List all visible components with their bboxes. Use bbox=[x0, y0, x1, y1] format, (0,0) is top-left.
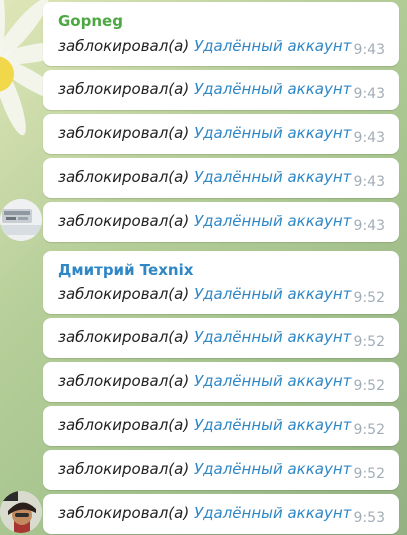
message-text: заблокировал(а) Удалённый аккаунт bbox=[58, 80, 351, 98]
message-text: заблокировал(а) Удалённый аккаунт bbox=[58, 212, 351, 230]
message-time: 9:43 bbox=[353, 218, 385, 234]
sender-name[interactable]: Gopneg bbox=[58, 12, 123, 30]
message-bubble[interactable]: заблокировал(а) Удалённый аккаунт 9:52 bbox=[43, 362, 399, 402]
message-bubble[interactable]: заблокировал(а) Удалённый аккаунт 9:43 bbox=[43, 158, 399, 198]
message-time: 9:52 bbox=[353, 466, 385, 482]
action-text: заблокировал(а) bbox=[58, 504, 190, 522]
message-time: 9:52 bbox=[353, 378, 385, 394]
message-time: 9:52 bbox=[353, 334, 385, 350]
sender-name[interactable]: Дмитрий Texnix bbox=[58, 261, 193, 279]
deleted-account-link[interactable]: Удалённый аккаунт bbox=[194, 504, 351, 522]
action-text: заблокировал(а) bbox=[58, 212, 190, 230]
message-bubble[interactable]: Gopneg заблокировал(а) Удалённый аккаунт… bbox=[43, 2, 399, 66]
message-text: заблокировал(а) Удалённый аккаунт bbox=[58, 460, 351, 478]
message-text: заблокировал(а) Удалённый аккаунт bbox=[58, 372, 351, 390]
message-bubble[interactable]: заблокировал(а) Удалённый аккаунт 9:43 bbox=[43, 70, 399, 110]
deleted-account-link[interactable]: Удалённый аккаунт bbox=[194, 328, 351, 346]
action-text: заблокировал(а) bbox=[58, 285, 190, 303]
message-text: заблокировал(а) Удалённый аккаунт bbox=[58, 37, 351, 55]
action-text: заблокировал(а) bbox=[58, 416, 190, 434]
action-text: заблокировал(а) bbox=[58, 124, 190, 142]
message-time: 9:52 bbox=[353, 290, 385, 306]
avatar-dmitriy-texnix[interactable] bbox=[0, 491, 42, 533]
message-text: заблокировал(а) Удалённый аккаунт bbox=[58, 416, 351, 434]
avatar-image bbox=[0, 491, 42, 533]
deleted-account-link[interactable]: Удалённый аккаунт bbox=[194, 80, 351, 98]
message-time: 9:43 bbox=[353, 42, 385, 58]
message-text: заблокировал(а) Удалённый аккаунт bbox=[58, 328, 351, 346]
avatar-gopneg[interactable] bbox=[0, 199, 42, 241]
message-time: 9:53 bbox=[353, 510, 385, 526]
deleted-account-link[interactable]: Удалённый аккаунт bbox=[194, 168, 351, 186]
avatar-image bbox=[0, 199, 42, 241]
deleted-account-link[interactable]: Удалённый аккаунт bbox=[194, 285, 351, 303]
action-text: заблокировал(а) bbox=[58, 372, 190, 390]
message-bubble[interactable]: заблокировал(а) Удалённый аккаунт 9:53 bbox=[43, 494, 399, 534]
message-bubble[interactable]: заблокировал(а) Удалённый аккаунт 9:52 bbox=[43, 450, 399, 490]
message-bubble[interactable]: заблокировал(а) Удалённый аккаунт 9:52 bbox=[43, 318, 399, 358]
deleted-account-link[interactable]: Удалённый аккаунт bbox=[194, 460, 351, 478]
message-bubble[interactable]: заблокировал(а) Удалённый аккаунт 9:43 bbox=[43, 114, 399, 154]
message-bubble[interactable]: заблокировал(а) Удалённый аккаунт 9:43 bbox=[43, 202, 399, 242]
message-text: заблокировал(а) Удалённый аккаунт bbox=[58, 285, 351, 303]
message-time: 9:52 bbox=[353, 422, 385, 438]
message-time: 9:43 bbox=[353, 130, 385, 146]
action-text: заблокировал(а) bbox=[58, 80, 190, 98]
action-text: заблокировал(а) bbox=[58, 328, 190, 346]
message-time: 9:43 bbox=[353, 86, 385, 102]
message-text: заблокировал(а) Удалённый аккаунт bbox=[58, 504, 351, 522]
deleted-account-link[interactable]: Удалённый аккаунт bbox=[194, 372, 351, 390]
message-bubble[interactable]: заблокировал(а) Удалённый аккаунт 9:52 bbox=[43, 406, 399, 446]
action-text: заблокировал(а) bbox=[58, 460, 190, 478]
message-bubble[interactable]: Дмитрий Texnix заблокировал(а) Удалённый… bbox=[43, 251, 399, 314]
deleted-account-link[interactable]: Удалённый аккаунт bbox=[194, 416, 351, 434]
message-text: заблокировал(а) Удалённый аккаунт bbox=[58, 168, 351, 186]
action-text: заблокировал(а) bbox=[58, 37, 190, 55]
deleted-account-link[interactable]: Удалённый аккаунт bbox=[194, 212, 351, 230]
message-time: 9:43 bbox=[353, 174, 385, 190]
action-text: заблокировал(а) bbox=[58, 168, 190, 186]
deleted-account-link[interactable]: Удалённый аккаунт bbox=[194, 37, 351, 55]
deleted-account-link[interactable]: Удалённый аккаунт bbox=[194, 124, 351, 142]
message-text: заблокировал(а) Удалённый аккаунт bbox=[58, 124, 351, 142]
